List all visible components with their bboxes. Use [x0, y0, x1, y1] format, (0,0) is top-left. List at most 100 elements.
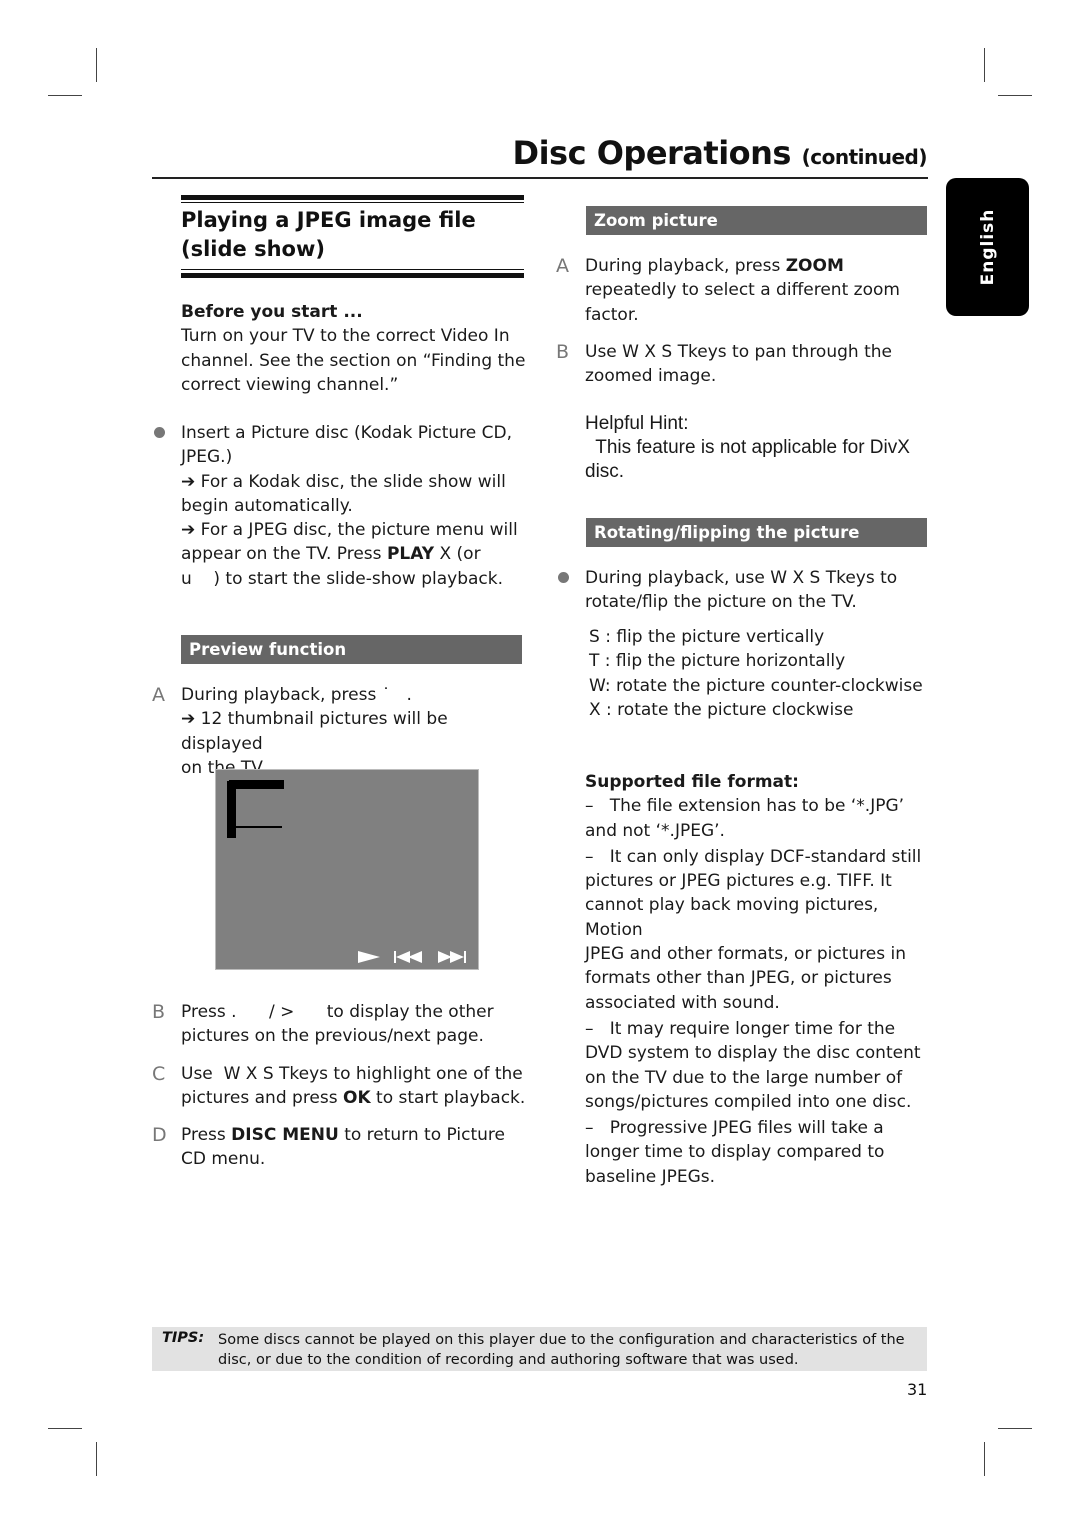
text-line: channel. See the section on “Finding the: [181, 350, 526, 371]
page-title: Disc Operations (continued): [513, 134, 928, 172]
text-line: During playback, press ˙ .: [181, 685, 412, 705]
bullet-icon: [558, 572, 569, 583]
text-span: pictures and press: [181, 1088, 344, 1109]
step-marker-d: D: [152, 1124, 167, 1146]
text-line: During playback, use W X S Tkeys to: [585, 568, 898, 588]
format-line: songs/pictures compiled into one disc.: [585, 1091, 912, 1112]
text-line: CD menu.: [181, 1149, 266, 1170]
crop-mark: [48, 95, 82, 96]
text-line: Use W X S Tkeys to highlight one of the: [181, 1064, 523, 1084]
crop-mark: [998, 95, 1032, 96]
hint-title: Helpful Hint:: [585, 413, 689, 434]
text-span: to return to Picture: [338, 1125, 505, 1145]
text-line: zoomed image.: [585, 366, 717, 387]
format-heading: Supported file format:: [585, 772, 799, 792]
preview-step-c: Use W X S Tkeys to highlight one of the …: [181, 1062, 526, 1111]
section-heading: Playing a JPEG image file (slide show): [181, 206, 524, 264]
hint-line: disc.: [585, 461, 625, 482]
format-line: on the TV due to the large number of: [585, 1067, 903, 1088]
highlight-bracket: [227, 781, 236, 838]
tips-label: TIPS:: [162, 1330, 205, 1346]
text-span: appear on the TV. Press: [181, 544, 387, 565]
zoom-step-b: Use W X S Tkeys to pan through the zoome…: [585, 340, 930, 389]
rotate-instructions: During playback, use W X S Tkeys to rota…: [585, 566, 930, 615]
format-line: – It can only display DCF-standard still: [585, 846, 922, 867]
before-start-heading: Before you start ...: [181, 302, 363, 322]
rotate-key-item: W: rotate the picture counter-clockwise: [589, 675, 923, 696]
rotate-key-item: T : flip the picture horizontally: [589, 651, 846, 672]
text-line: correct viewing channel.”: [181, 374, 399, 395]
before-start-block: Before you start ... Turn on your TV to …: [181, 300, 526, 397]
tips-box: TIPS: Some discs cannot be played on thi…: [152, 1327, 927, 1371]
play-key-label: PLAY: [386, 544, 435, 565]
format-line: associated with sound.: [585, 992, 780, 1013]
text-line: appear on the TV. Press PLAY X (or: [181, 542, 526, 566]
text-line: Press DISC MENU to return to Picture: [181, 1123, 526, 1147]
disc-menu-key-label: DISC MENU: [231, 1125, 339, 1145]
crop-mark: [96, 1442, 97, 1476]
bullet-icon: [154, 427, 165, 438]
preview-function-bar: Preview function: [181, 635, 522, 664]
format-line: DVD system to display the disc content: [585, 1043, 921, 1064]
rotate-key-item: S : flip the picture vertically: [589, 627, 825, 647]
format-line: longer time to display compared to: [585, 1142, 885, 1163]
supported-format-block: Supported file format: – The file extens…: [585, 770, 935, 1189]
step-marker-b: B: [556, 341, 570, 363]
step-marker-a: A: [152, 684, 165, 706]
format-line: pictures or JPEG pictures e.g. TIFF. It: [585, 871, 892, 892]
preview-step-d: Press DISC MENU to return to Picture CD …: [181, 1123, 526, 1172]
text-span: to start playback.: [370, 1088, 526, 1109]
section-rule-bottom: [181, 273, 524, 278]
text-line: Insert a Picture disc (Kodak Picture CD,: [181, 423, 512, 443]
text-line: begin automatically.: [181, 495, 353, 516]
preview-step-b: Press . / > to display the other picture…: [181, 1000, 526, 1049]
previous-icon: [394, 951, 422, 963]
zoom-step-a: During playback, press ZOOM repeatedly t…: [585, 254, 930, 327]
text-line: Press . / > to display the other: [181, 1002, 494, 1022]
format-line: – It may require longer time for the: [585, 1018, 896, 1039]
text-line: pictures and press OK to start playback.: [181, 1086, 526, 1110]
text-line: During playback, press ZOOM: [585, 254, 930, 278]
text-line: Use W X S Tkeys to pan through the: [585, 342, 892, 362]
format-line: – Progressive JPEG files will take a: [585, 1118, 884, 1139]
section-heading-line: (slide show): [181, 237, 325, 261]
result-line: ➔ 12 thumbnail pictures will be displaye…: [181, 709, 448, 754]
step-marker-a: A: [556, 255, 569, 277]
page-number: 31: [907, 1380, 928, 1399]
title-rule: [152, 177, 928, 179]
ok-key-label: OK: [343, 1088, 371, 1109]
step-marker-b: B: [152, 1001, 166, 1023]
format-line: – The file extension has to be ‘*.JPG’: [585, 796, 905, 817]
crop-mark: [998, 1428, 1032, 1429]
language-tab-label: English: [977, 208, 998, 286]
format-line: and not ‘*.JPEG’.: [585, 820, 725, 841]
preview-step-a: During playback, press ˙ . ➔ 12 thumbnai…: [181, 683, 526, 780]
text-line: JPEG.): [181, 447, 233, 468]
crop-mark: [96, 48, 97, 82]
format-line: cannot play back moving pictures, Motion: [585, 895, 879, 940]
text-span: During playback, press: [585, 256, 786, 276]
text-line: rotate/flip the picture on the TV.: [585, 592, 857, 613]
tips-text: Some discs cannot be played on this play…: [218, 1330, 918, 1370]
section-heading-line: Playing a JPEG image file: [181, 208, 476, 232]
zoom-picture-bar: Zoom picture: [586, 206, 927, 235]
text-line: pictures on the previous/next page.: [181, 1026, 484, 1047]
text-span: X (or: [434, 544, 481, 565]
insert-disc-block: Insert a Picture disc (Kodak Picture CD,…: [181, 421, 526, 591]
language-tab: English: [946, 178, 1029, 316]
result-line: ➔ For a Kodak disc, the slide show will: [181, 471, 506, 492]
text-line: repeatedly to select a different zoom: [585, 280, 900, 301]
hint-line: This feature is not applicable for DivX: [585, 437, 910, 458]
rotating-flipping-bar: Rotating/flipping the picture: [586, 518, 927, 547]
tips-line: disc, or due to the condition of recordi…: [218, 1352, 799, 1368]
zoom-key-label: ZOOM: [785, 256, 844, 276]
next-icon: [438, 951, 466, 963]
crop-mark: [984, 1442, 985, 1476]
format-line: baseline JPEGs.: [585, 1166, 716, 1187]
crop-mark: [48, 1428, 82, 1429]
page-title-suffix: (continued): [801, 145, 928, 169]
text-line: u ) to start the slide-show playback.: [181, 568, 504, 589]
text-line: factor.: [585, 304, 639, 325]
section-rule-top: [181, 195, 524, 200]
screen-controls: [358, 951, 468, 963]
